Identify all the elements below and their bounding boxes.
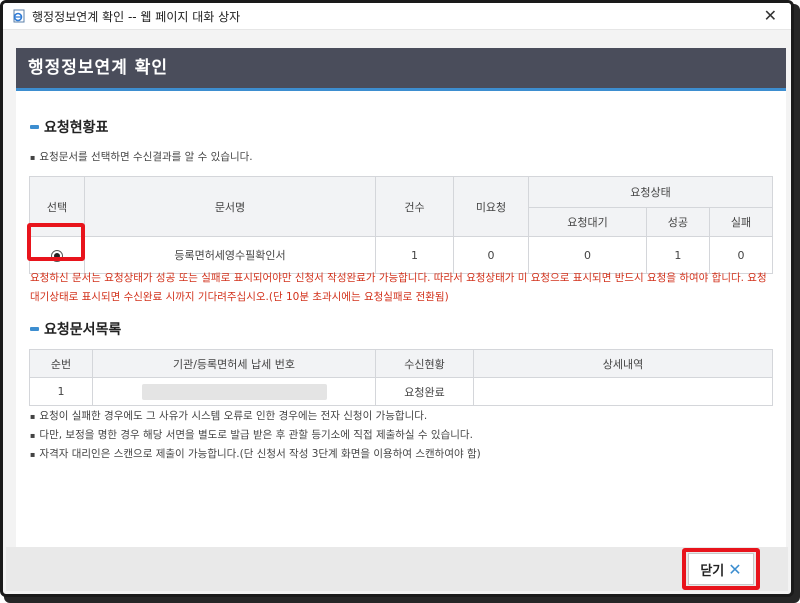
dialog-footer xyxy=(6,547,788,591)
col-doc-name: 문서명 xyxy=(84,176,376,237)
dialog-content: 요청현황표 ▪ 요청문서를 선택하면 수신결과를 알 수 있습니다. 선택 문서명… xyxy=(16,91,786,551)
bullet-dot-icon: ▪ xyxy=(30,411,36,421)
section-bullet-icon xyxy=(30,327,39,331)
col-count: 건수 xyxy=(375,176,454,237)
col-failure: 실패 xyxy=(708,207,774,237)
col-receive-status: 수신현황 xyxy=(375,349,474,378)
table-header-row: 순번 기관/등록면허세 납세 번호 수신현황 상세내역 xyxy=(29,349,773,378)
waiting-cell: 0 xyxy=(528,236,647,274)
request-status-note: ▪ 요청문서를 선택하면 수신결과를 알 수 있습니다. xyxy=(30,151,253,163)
redacted-value xyxy=(141,383,327,400)
col-no: 순번 xyxy=(29,349,93,378)
count-cell: 1 xyxy=(375,236,454,274)
request-warning-text: 요청하신 문서는 요청상태가 성공 또는 실패로 표시되어야만 신청서 작성완료… xyxy=(30,272,767,303)
request-docs-note-1: ▪ 요청이 실패한 경우에도 그 사유가 시스템 오류로 인한 경우에는 전자 신… xyxy=(30,410,428,422)
failure-cell: 0 xyxy=(708,236,774,274)
org-tax-no-cell xyxy=(92,377,376,406)
col-org-tax-no: 기관/등록면허세 납세 번호 xyxy=(92,349,376,378)
receive-status-cell: 요청완료 xyxy=(375,377,474,406)
success-cell: 1 xyxy=(645,236,710,274)
radio-highlight-box xyxy=(27,223,85,261)
window-close-icon[interactable]: ✕ xyxy=(764,6,777,25)
table-row[interactable]: 1 요청완료 xyxy=(29,377,773,406)
request-docs-note-2: ▪ 다만, 보정을 명한 경우 해당 서면을 별도로 발급 받은 후 관할 등기소… xyxy=(30,429,473,441)
col-success: 성공 xyxy=(645,207,710,237)
request-docs-table: 순번 기관/등록면허세 납세 번호 수신현황 상세내역 1 요청완료 xyxy=(29,349,773,406)
col-not-requested: 미요청 xyxy=(453,176,529,237)
page-title: 행정정보연계 확인 xyxy=(28,58,169,78)
request-status-heading: 요청현황표 xyxy=(30,117,108,137)
bullet-dot-icon: ▪ xyxy=(30,152,36,162)
col-waiting: 요청대기 xyxy=(528,207,647,237)
bullet-dot-icon: ▪ xyxy=(30,430,36,440)
request-docs-note-3: ▪ 자격자 대리인은 스캔으로 제출이 가능합니다.(단 신청서 작성 3단계 화… xyxy=(30,448,481,460)
table-row[interactable]: 등록면허세영수필확인서 1 0 0 1 0 xyxy=(29,236,774,274)
col-status-group: 요청상태 xyxy=(528,176,773,208)
title-bar: 행정정보연계 확인 -- 웹 페이지 대화 상자 ✕ xyxy=(3,3,791,30)
request-docs-heading: 요청문서목록 xyxy=(30,319,121,339)
no-cell: 1 xyxy=(29,377,93,406)
table-header-row: 선택 문서명 건수 미요청 요청상태 xyxy=(29,176,773,237)
ie-page-icon xyxy=(12,9,26,23)
window-title: 행정정보연계 확인 -- 웹 페이지 대화 상자 xyxy=(32,9,241,24)
section-bullet-icon xyxy=(30,125,39,129)
bullet-dot-icon: ▪ xyxy=(30,449,36,459)
details-cell xyxy=(473,377,773,406)
doc-name-cell: 등록면허세영수필확인서 xyxy=(84,236,376,274)
close-highlight-box xyxy=(682,548,760,590)
dialog-header: 행정정보연계 확인 xyxy=(16,48,786,91)
dialog-window: 행정정보연계 확인 -- 웹 페이지 대화 상자 ✕ 행정정보연계 확인 요청현… xyxy=(0,0,794,597)
not-requested-cell: 0 xyxy=(453,236,529,274)
col-details: 상세내역 xyxy=(473,349,773,378)
request-status-table: 선택 문서명 건수 미요청 요청상태 요청대기 성공 실패 등록면허세영수필확인… xyxy=(29,176,774,274)
